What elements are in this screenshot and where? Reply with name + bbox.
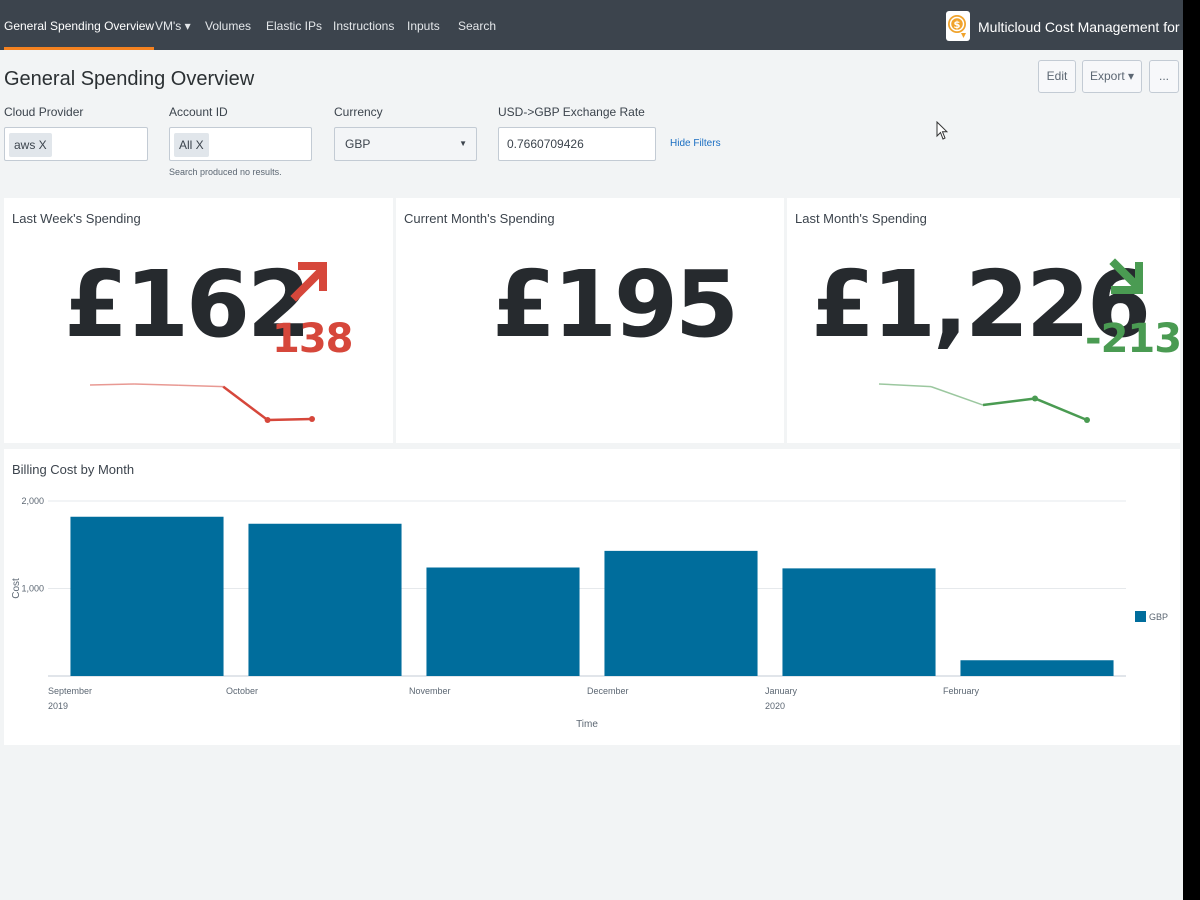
x-tick-label: February: [943, 686, 980, 696]
cloud-provider-label: Cloud Provider: [4, 105, 84, 119]
tab-instructions[interactable]: Instructions: [333, 0, 394, 50]
tab-general-spending-overview[interactable]: General Spending Overview: [4, 0, 155, 50]
dollar-coin-icon: $: [946, 11, 970, 41]
x-tick-label: October: [226, 686, 258, 696]
last-month-spending-panel: Last Month's Spending £1,226 -213: [787, 198, 1182, 443]
page-title: General Spending Overview: [4, 68, 255, 90]
app-title: Multicloud Cost Management for Splunk: [978, 19, 1183, 35]
sparkline-segment: [982, 397, 1036, 407]
bar[interactable]: [604, 550, 758, 676]
export-button[interactable]: Export ▾: [1082, 60, 1142, 93]
sparkline-segment: [178, 384, 224, 388]
bar[interactable]: [960, 660, 1114, 676]
current-month-spending-panel: Current Month's Spending £195: [396, 198, 784, 443]
y-tick-label: 2,000: [21, 496, 44, 506]
bar[interactable]: [782, 568, 936, 676]
cloud-provider-token[interactable]: aws X: [9, 133, 52, 157]
legend-label[interactable]: GBP: [1149, 612, 1168, 622]
exchange-rate-value: 0.7660709426: [507, 137, 584, 151]
x-axis-label: Time: [576, 719, 598, 730]
y-tick-label: 1,000: [21, 584, 44, 594]
tab-elastic-ips[interactable]: Elastic IPs: [266, 0, 322, 50]
last-week-sparkline: [89, 383, 315, 423]
current-month-value: £195: [492, 251, 739, 358]
x-tick-label: December: [587, 686, 629, 696]
sparkline-point: [1084, 417, 1090, 423]
x-tick-label: September: [48, 686, 92, 696]
legend-swatch: [1135, 611, 1146, 622]
sparkline-segment: [89, 383, 135, 386]
exchange-rate-label: USD->GBP Exchange Rate: [498, 105, 645, 119]
billing-cost-chart: 2,000 1,000Cost September 2019 October Novemb…: [11, 496, 1168, 730]
trend-down-arrow-icon: [1109, 258, 1143, 294]
billing-cost-chart-panel: Billing Cost by Month 2,000 1,000 Cost Sept…: [4, 449, 1180, 745]
mouse-cursor-icon: [936, 121, 948, 140]
panel-title: Current Month's Spending: [404, 211, 555, 226]
panel-title: Last Month's Spending: [795, 211, 927, 226]
x-tick-year-label: 2019: [48, 701, 68, 711]
trend-up-arrow-icon: [290, 262, 327, 302]
exchange-rate-input[interactable]: 0.7660709426: [498, 127, 656, 161]
tab-volumes[interactable]: Volumes: [205, 0, 251, 50]
navbar: General Spending Overview VM's ▾ Volumes…: [0, 0, 1183, 50]
chevron-down-icon: ▼: [459, 139, 467, 148]
last-week-spending-panel: Last Week's Spending £162 138: [4, 198, 393, 443]
sparkline-segment: [267, 417, 313, 422]
sparkline-segment: [222, 385, 269, 421]
sparkline-segment: [930, 385, 984, 406]
sparkline-point: [1032, 395, 1038, 402]
sparkline-segment: [1034, 397, 1088, 422]
hide-filters-link[interactable]: Hide Filters: [670, 138, 721, 149]
more-actions-button[interactable]: ...: [1149, 60, 1179, 93]
app-window: General Spending Overview VM's ▾ Volumes…: [0, 0, 1183, 900]
account-id-input[interactable]: All X: [169, 127, 312, 161]
currency-label: Currency: [334, 105, 383, 119]
bar[interactable]: [248, 523, 402, 676]
sparkline-segment: [134, 383, 179, 387]
x-tick-label: January: [765, 686, 798, 696]
last-month-delta: -213: [1085, 316, 1182, 362]
sparkline-point: [309, 416, 315, 423]
tab-search[interactable]: Search: [458, 0, 496, 50]
edit-button[interactable]: Edit: [1038, 60, 1076, 93]
bar[interactable]: [426, 567, 580, 677]
x-tick-year-label: 2020: [765, 701, 785, 711]
cloud-provider-input[interactable]: aws X: [4, 127, 148, 161]
y-axis-label: Cost: [11, 578, 22, 599]
currency-value: GBP: [345, 137, 371, 151]
x-tick-label: November: [409, 686, 451, 696]
no-results-note: Search produced no results.: [169, 167, 282, 177]
account-id-label: Account ID: [169, 105, 228, 119]
currency-select[interactable]: GBP ▼: [334, 127, 477, 161]
last-week-delta: 138: [272, 316, 353, 362]
bar[interactable]: [70, 516, 224, 676]
sparkline-segment: [878, 383, 932, 388]
account-id-token[interactable]: All X: [174, 133, 209, 157]
panel-title: Last Week's Spending: [12, 211, 141, 226]
svg-text:$: $: [954, 20, 961, 31]
last-month-sparkline: [878, 383, 1090, 423]
tab-vms[interactable]: VM's ▾: [155, 0, 191, 50]
sparkline-point: [264, 417, 271, 423]
tab-inputs[interactable]: Inputs: [407, 0, 440, 50]
